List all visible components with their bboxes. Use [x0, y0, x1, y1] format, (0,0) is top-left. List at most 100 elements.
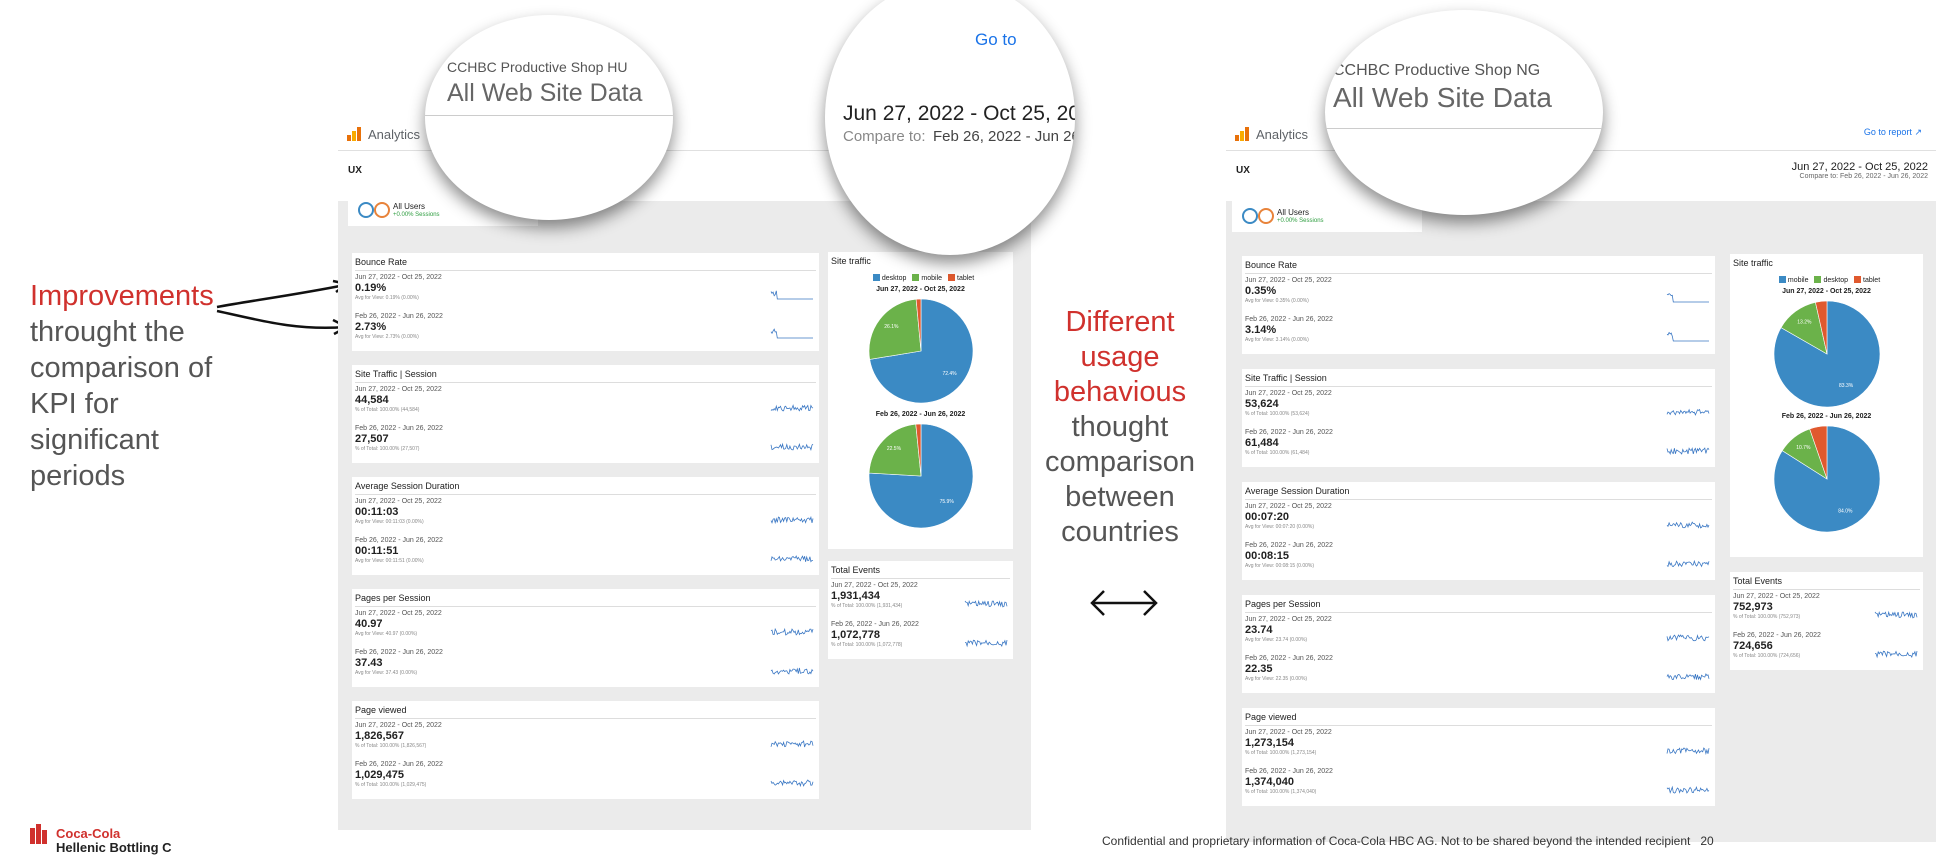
magnifier-property: CCHBC Productive Shop HU All Web Site Da… — [425, 15, 673, 220]
metric-card: Average Session Duration Jun 27, 2022 - O… — [1242, 482, 1715, 580]
double-arrow-icon — [1090, 590, 1158, 616]
metric-row: Jun 27, 2022 - Oct 25, 2022 1,273,154% of… — [1245, 729, 1712, 765]
metric-subtext: % of Total: 100.00% (1,374,040) — [1245, 789, 1317, 795]
metric-range: Feb 26, 2022 - Jun 26, 2022 — [355, 425, 443, 432]
annotation-highlight: Improvements — [30, 280, 214, 312]
pie-slice-label: 72.4% — [942, 371, 957, 377]
pie-period-label: Jun 27, 2022 - Oct 25, 2022 — [876, 286, 965, 293]
card-title: Average Session Duration — [1245, 486, 1350, 496]
property-name: CCHBC Productive Shop NG — [1333, 62, 1541, 79]
analytics-logo-icon — [1235, 127, 1249, 141]
metric-range: Feb 26, 2022 - Jun 26, 2022 — [1245, 429, 1333, 436]
segment-name: All Users — [393, 202, 426, 211]
pie-period-label: Feb 26, 2022 - Jun 26, 2022 — [1781, 413, 1872, 420]
metric-value: 2.73% — [355, 321, 387, 333]
pie-legend: mobile desktop tablet — [1730, 276, 1923, 284]
sparkline — [770, 404, 814, 412]
compare-range: Feb 26, 2022 - Jun 26, 2022 — [1840, 173, 1928, 180]
metric-value: 0.19% — [355, 282, 387, 294]
metric-value: 1,273,154 — [1245, 737, 1294, 749]
pie-slice-label: 22.5% — [886, 446, 901, 452]
sparkline — [1666, 293, 1709, 303]
metric-range: Feb 26, 2022 - Jun 26, 2022 — [355, 761, 443, 768]
metric-value: 3.14% — [1245, 324, 1277, 336]
card-title: Site Traffic | Session — [1245, 373, 1327, 383]
legend-label: mobile — [921, 275, 943, 282]
metric-subtext: % of Total: 100.00% (53,624) — [1245, 411, 1310, 417]
metric-range: Feb 26, 2022 - Jun 26, 2022 — [355, 313, 443, 320]
metric-range: Jun 27, 2022 - Oct 25, 2022 — [355, 274, 442, 281]
sparkline — [770, 515, 814, 525]
segment-circle-icon — [358, 202, 374, 218]
metric-row: Feb 26, 2022 - Jun 26, 2022 00:08:15 Avg f… — [1245, 542, 1712, 578]
segment-name: All Users — [1277, 208, 1310, 217]
card-title: Average Session Duration — [355, 481, 460, 491]
card-title: Site traffic — [1733, 258, 1773, 268]
metric-subtext: Avg for View: 3.14% (0.00%) — [1245, 337, 1309, 343]
metric-row: Feb 26, 2022 - Jun 26, 2022 61,484% of To… — [1245, 429, 1712, 465]
comparison-annotation: Different usage behavious thought compar… — [1030, 305, 1210, 550]
metric-subtext: Avg for View: 00:08:15 (0.00%) — [1245, 563, 1315, 569]
legend-label: desktop — [1823, 277, 1849, 284]
confidential-note: Confidential and proprietary information… — [1102, 834, 1714, 848]
metric-row: Feb 26, 2022 - Jun 26, 2022 37.43 Avg for … — [355, 649, 816, 685]
analytics-label: Analytics — [1256, 127, 1309, 142]
metric-row: Feb 26, 2022 - Jun 26, 2022 27,507% of To… — [355, 425, 816, 461]
pie-chart: 75.9% 22.5% — [868, 423, 973, 529]
sparkline — [1666, 331, 1709, 342]
pie-chart: 72.4% 26.1% — [868, 298, 973, 404]
metric-value: 1,374,040 — [1245, 776, 1294, 788]
segment-circle-icon — [374, 202, 390, 218]
analytics-logo-icon — [347, 127, 361, 141]
legend-swatch — [1854, 276, 1862, 283]
bottle-logo-icon — [30, 824, 47, 844]
metric-subtext: Avg for View: 00:07:20 (0.00%) — [1245, 524, 1315, 530]
metric-range: Jun 27, 2022 - Oct 25, 2022 — [355, 722, 442, 729]
date-range[interactable]: Jun 27, 2022 - Oct 25, 2022 — [843, 102, 1075, 126]
card-title: Bounce Rate — [355, 257, 408, 267]
pie-slice-label: 10.7% — [1796, 445, 1811, 451]
metric-subtext: Avg for View: 37.43 (0.00%) — [355, 670, 418, 676]
metric-subtext: % of Total: 100.00% (61,484) — [1245, 450, 1310, 456]
sparkline — [770, 627, 814, 636]
pie-slice-label: 75.9% — [939, 499, 954, 505]
metric-row: Feb 26, 2022 - Jun 26, 2022 22.35 Avg for … — [1245, 655, 1712, 691]
segment-sub: +0.00% Sessions — [1277, 218, 1324, 224]
annotation-arrows — [216, 279, 350, 336]
metric-row: Feb 26, 2022 - Jun 26, 2022 2.73% Avg for … — [355, 313, 816, 349]
metric-row: Feb 26, 2022 - Jun 26, 2022 1,374,040% of… — [1245, 768, 1712, 804]
sparkline — [1666, 408, 1710, 416]
legend-swatch — [1814, 276, 1822, 283]
go-to-report-link[interactable]: Go to report ↗ — [1864, 127, 1922, 138]
card-title: Pages per Session — [355, 593, 431, 603]
metric-card: Site Traffic | Session Jun 27, 2022 - Oct… — [352, 365, 819, 463]
dashboard-ng: Analytics Go to report ↗ UX Jun 27, 2022… — [1226, 118, 1936, 842]
metric-subtext: Avg for View: 00:11:51 (0.00%) — [355, 558, 424, 564]
metric-range: Feb 26, 2022 - Jun 26, 2022 — [355, 537, 443, 544]
go-to-report-link[interactable]: Go to — [975, 30, 1017, 50]
segment-chip[interactable]: All Users +0.00% Sessions — [1232, 200, 1422, 232]
card-title: Pages per Session — [1245, 599, 1321, 609]
date-range-picker[interactable]: Jun 27, 2022 - Oct 25, 2022 Compare to: … — [1792, 161, 1928, 180]
metric-value: 1,029,475 — [355, 769, 404, 781]
metric-row: Jun 27, 2022 - Oct 25, 2022 40.97 Avg for … — [355, 610, 816, 646]
dashboard-name: UX — [348, 165, 362, 176]
metric-row: Feb 26, 2022 - Jun 26, 2022 1,029,475% of… — [355, 761, 816, 797]
legend-swatch — [948, 274, 956, 281]
sparkline — [770, 779, 814, 788]
metric-subtext: Avg for View: 0.35% (0.00%) — [1245, 298, 1309, 304]
metric-value: 53,624 — [1245, 398, 1279, 410]
metric-subtext: Avg for View: 40.97 (0.00%) — [355, 631, 418, 637]
metric-row: Jun 27, 2022 - Oct 25, 2022 53,624% of To… — [1245, 390, 1712, 426]
sparkline — [1666, 521, 1710, 529]
metric-row: Jun 27, 2022 - Oct 25, 2022 00:07:20 Avg f… — [1245, 503, 1712, 539]
metric-range: Feb 26, 2022 - Jun 26, 2022 — [1245, 768, 1333, 775]
card-title: Site Traffic | Session — [355, 369, 437, 379]
metric-range: Jun 27, 2022 - Oct 25, 2022 — [1245, 277, 1332, 284]
card-title: Page viewed — [355, 705, 407, 715]
metric-value: 61,484 — [1245, 437, 1279, 449]
metric-range: Jun 27, 2022 - Oct 25, 2022 — [1733, 593, 1820, 600]
metric-range: Jun 27, 2022 - Oct 25, 2022 — [355, 498, 442, 505]
metric-row: Feb 26, 2022 - Jun 26, 2022 00:11:51 Avg f… — [355, 537, 816, 573]
metric-range: Jun 27, 2022 - Oct 25, 2022 — [1245, 390, 1332, 397]
